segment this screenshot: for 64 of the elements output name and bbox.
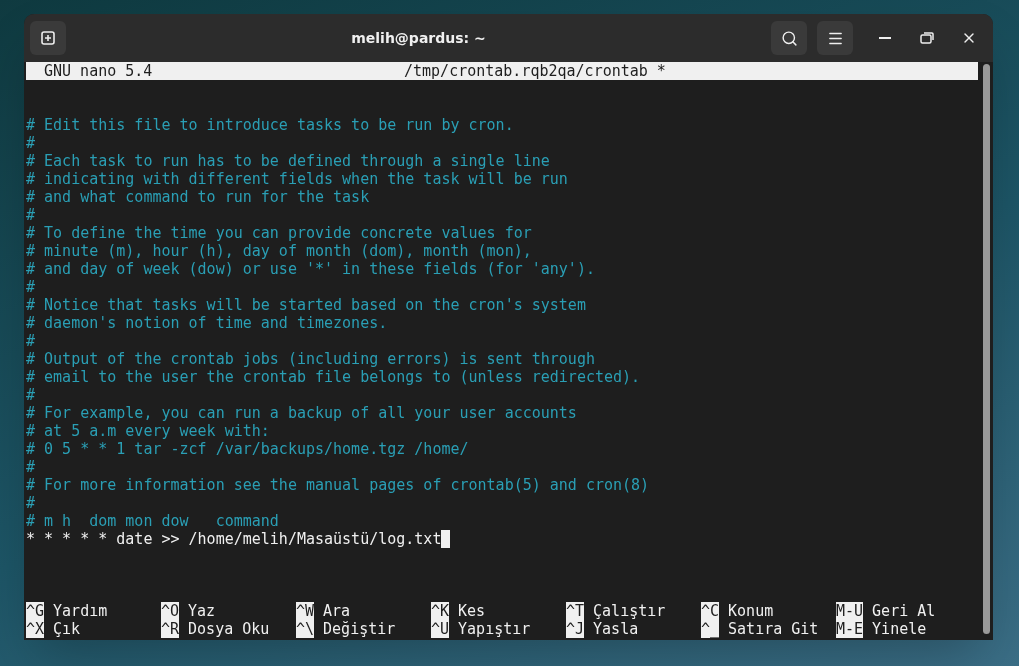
comment-line: # (26, 278, 36, 296)
shortcut-label: Konum (728, 602, 774, 620)
shortcut-key: ^O (161, 602, 180, 620)
scrollbar[interactable] (983, 64, 990, 634)
new-tab-button[interactable] (30, 21, 66, 55)
shortcut-key: ^C (701, 602, 720, 620)
comment-line: # Each task to run has to be defined through a single line (26, 152, 550, 170)
shortcut-key: M-U (836, 602, 864, 620)
shortcut-label: Ara (323, 602, 351, 620)
search-icon (780, 29, 798, 47)
shortcut-key: ^W (296, 602, 315, 620)
comment-line: # (26, 494, 36, 512)
shortcut-key: ^K (431, 602, 450, 620)
shortcut-label: Satıra Git (728, 620, 819, 638)
comment-line: # (26, 386, 36, 404)
comment-line: # To define the time you can provide concrete values for (26, 224, 532, 242)
comment-line: # Edit this file to introduce tasks to be run by cron. (26, 116, 514, 134)
shortcut-label: Kes (458, 602, 486, 620)
shortcut-key: ^R (161, 620, 180, 638)
file-name: /tmp/crontab.rqb2qa/crontab * (404, 62, 666, 80)
shortcut-key: ^\ (296, 620, 315, 638)
shortcut-key: ^J (566, 620, 585, 638)
shortcut-label: Dosya Oku (188, 620, 270, 638)
shortcut-key: ^_ (701, 620, 720, 638)
comment-line: # daemon's notion of time and timezones. (26, 314, 388, 332)
comment-line: # 0 5 * * 1 tar -zcf /var/backups/home.tgz /home/ (26, 440, 469, 458)
shortcut-label: Yasla (593, 620, 639, 638)
comment-line: # (26, 458, 36, 476)
comment-line: # Output of the crontab jobs (including errors) is sent through (26, 350, 595, 368)
text-cursor (441, 530, 451, 548)
new-tab-icon (40, 30, 56, 46)
comment-line: # and day of week (dow) or use '*' in these fields (for 'any'). (26, 260, 595, 278)
window-title: melih@pardus: ~ (351, 28, 486, 48)
shortcut-label: Çık (53, 620, 81, 638)
menu-button[interactable] (817, 21, 853, 55)
search-button[interactable] (771, 21, 807, 55)
shortcut-label: Yinele (872, 620, 927, 638)
comment-line: # and what command to run for the task (26, 188, 370, 206)
nano-version: GNU nano 5.4 (44, 62, 153, 80)
comment-line: # For more information see the manual pages of crontab(5) and cron(8) (26, 476, 650, 494)
comment-line: # indicating with different fields when the task will be run (26, 170, 568, 188)
comment-line: # m h dom mon dow command (26, 512, 279, 530)
comment-line: # Notice that tasks will be started based on the cron's system (26, 296, 586, 314)
comment-line: # (26, 134, 36, 152)
shortcut-key: ^G (26, 602, 45, 620)
shortcut-key: ^T (566, 602, 585, 620)
comment-line: # email to the user the crontab file belongs to (unless redirected). (26, 368, 641, 386)
comment-line: # at 5 a.m every week with: (26, 422, 270, 440)
shortcut-label: Yapıştır (458, 620, 531, 638)
shortcut-key: ^U (431, 620, 450, 638)
shortcut-label: Geri Al (872, 602, 936, 620)
cron-command-line: * * * * * date >> /home/melih/Masaüstü/log.txt (26, 530, 442, 548)
shortcut-label: Değiştir (323, 620, 396, 638)
comment-line: # For example, you can run a backup of all your user accounts (26, 404, 577, 422)
restore-icon (920, 32, 934, 44)
minimize-icon (879, 37, 891, 39)
shortcut-key: M-E (836, 620, 864, 638)
comment-line: # (26, 332, 36, 350)
shortcut-label: Yardım (53, 602, 108, 620)
comment-line: # minute (m), hour (h), day of month (dom), month (mon), (26, 242, 532, 260)
shortcut-label: Çalıştır (593, 602, 666, 620)
shortcut-label: Yaz (188, 602, 216, 620)
shortcut-key: ^X (26, 620, 45, 638)
comment-line: # (26, 206, 36, 224)
